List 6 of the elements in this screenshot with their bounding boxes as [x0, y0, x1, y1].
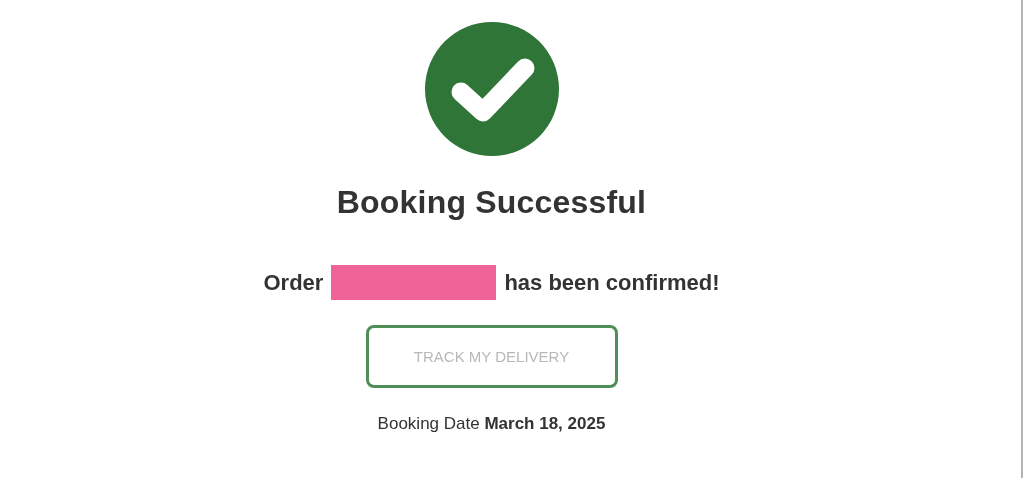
order-label: Order	[263, 269, 324, 296]
confirmation-text: has been confirmed!	[504, 269, 720, 296]
track-delivery-button[interactable]: TRACK MY DELIVERY	[365, 325, 618, 388]
success-title: Booking Successful	[336, 184, 647, 221]
check-circle-icon	[424, 22, 559, 156]
booking-date-text: Booking Date March 18, 2025	[377, 414, 606, 434]
